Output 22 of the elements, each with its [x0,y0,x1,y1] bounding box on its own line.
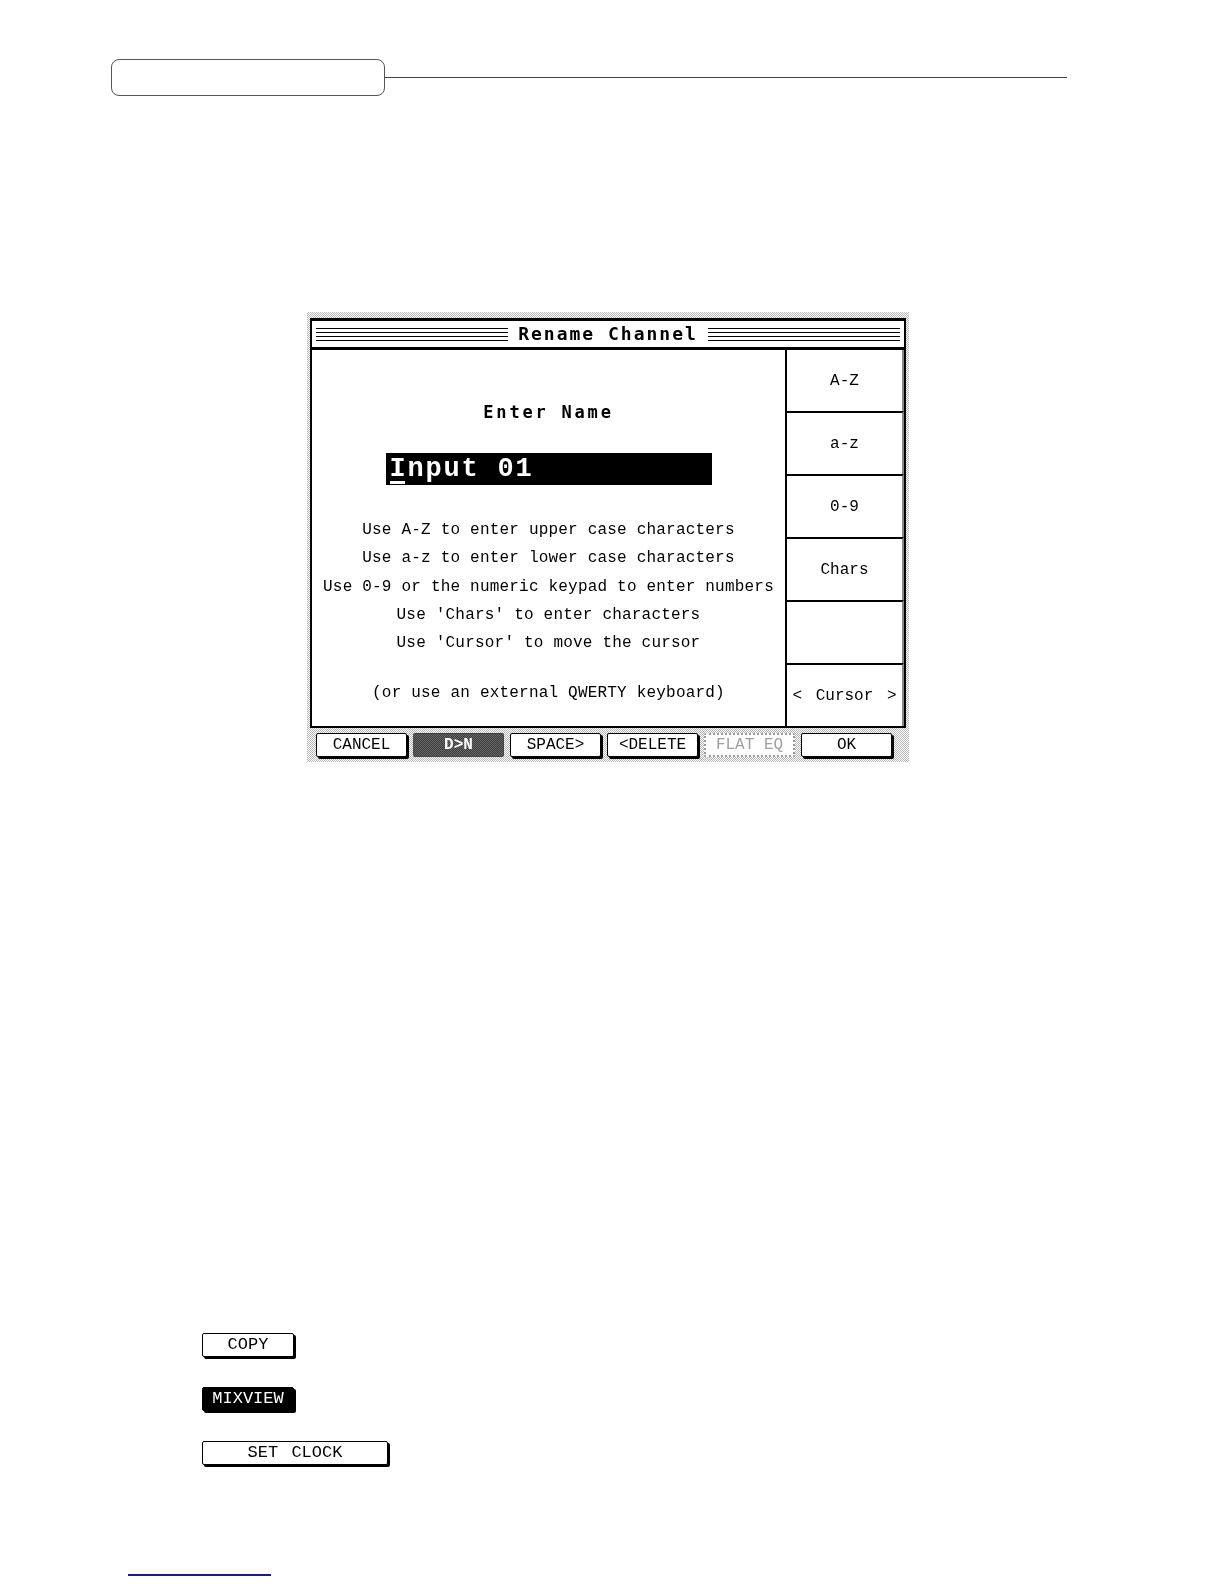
name-input-field[interactable]: Input 01 [385,453,712,485]
screen-button[interactable]: MIXVIEW [202,1387,294,1411]
screen-button[interactable]: SET CLOCK [202,1441,388,1465]
instruction-text: Use 0-9 or the numeric keypad to enter numbers [323,576,774,598]
screen-button[interactable]: COPY [202,1333,294,1357]
keyboard-note: (or use an external QWERTY keyboard) [372,683,725,705]
instruction-text: Use 'Chars' to enter characters [396,604,701,626]
function-button[interactable]: CANCEL [316,733,407,757]
blank-softkey-button[interactable] [787,600,904,663]
instruction-text: Use a-z to enter lower case characters [362,548,735,570]
prompt-label: Enter Name [483,402,614,422]
function-button[interactable]: <DELETE [607,733,698,757]
function-button[interactable]: SPACE> [510,733,601,757]
softkey-button[interactable]: Chars [787,537,904,600]
instruction-text: Use 'Cursor' to move the cursor [396,633,701,655]
function-button[interactable]: OK [801,733,892,757]
softkey-button[interactable]: a-z [787,411,904,474]
softkey-button[interactable]: < Cursor > [787,663,904,726]
dialog-title: Rename Channel [518,323,698,345]
instruction-text: Use A-Z to enter upper case characters [362,520,735,541]
softkey-button[interactable]: 0-9 [787,474,904,537]
text-cursor-icon [389,481,405,484]
